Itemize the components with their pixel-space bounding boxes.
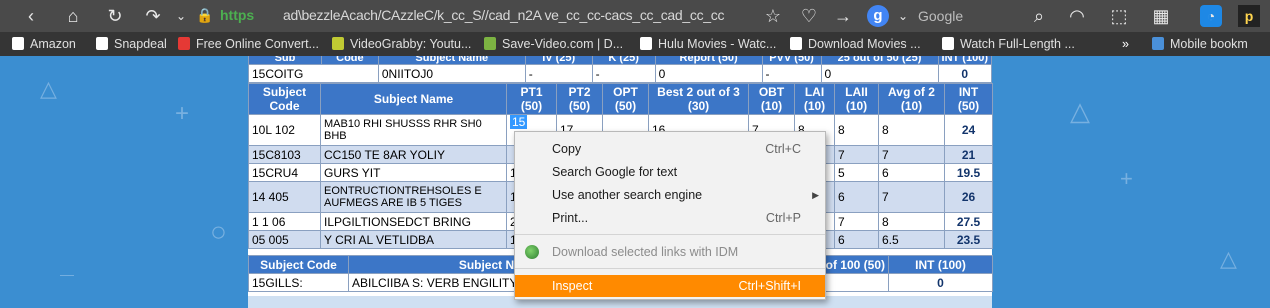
bookmark-mobile[interactable]: Mobile bookm xyxy=(1152,36,1248,52)
grid-icon[interactable]: ▦ xyxy=(1150,5,1172,27)
page-icon xyxy=(96,37,108,50)
chevron-down-icon[interactable]: ⌄ xyxy=(170,5,192,27)
bookmark-snapdeal[interactable]: Snapdeal xyxy=(96,36,167,52)
col-avg: Avg of 2 (10) xyxy=(878,83,945,115)
menu-item-print[interactable]: Print... Ctrl+P xyxy=(515,207,825,229)
page-icon xyxy=(640,37,652,50)
page-icon xyxy=(942,37,954,50)
bookmark-free-online-convert[interactable]: Free Online Convert... xyxy=(178,36,319,52)
url-protocol: https xyxy=(220,7,255,23)
bookmarks-bar: Amazon Snapdeal Free Online Convert... V… xyxy=(0,32,1270,56)
heart-icon[interactable]: ♡ xyxy=(798,5,820,27)
menu-item-another-search-engine[interactable]: Use another search engine ▶ xyxy=(515,184,825,206)
col-int: INT (50) xyxy=(944,83,993,115)
bookmark-download-movies[interactable]: Download Movies ... xyxy=(790,36,921,52)
home-icon[interactable]: ⌂ xyxy=(62,5,84,27)
col-lai: LAI (10) xyxy=(794,83,835,115)
table-header-row: Subject Code Subject Name PT1 (50) PT2 (… xyxy=(248,83,993,115)
decor-circle-icon: ○ xyxy=(210,216,227,247)
col-pt2: PT2 (50) xyxy=(556,83,603,115)
col-obt: OBT (10) xyxy=(748,83,795,115)
col-subject-code: Subject Code xyxy=(248,83,321,115)
youtube-icon xyxy=(178,37,190,50)
p-extension-icon[interactable]: p xyxy=(1238,5,1260,27)
col-pt1: PT1 (50) xyxy=(506,83,557,115)
menu-item-search-google[interactable]: Search Google for text xyxy=(515,161,825,183)
browser-toolbar: ‹ ⌂ ↻ ↷ ⌄ 🔒 https ad\bezzleAcach/CAzzleC… xyxy=(0,0,1270,32)
download-icon xyxy=(484,37,496,50)
decor-dash-icon: — xyxy=(60,266,74,282)
secure-lock-icon: 🔒 xyxy=(196,7,214,23)
col-laii: LAII (10) xyxy=(834,83,879,115)
selected-text: 15 xyxy=(510,115,528,129)
menu-item-copy[interactable]: Copy Ctrl+C xyxy=(515,138,825,160)
crop-icon[interactable]: ⬚ xyxy=(1108,5,1130,27)
wifi-icon[interactable]: ◠ xyxy=(1066,5,1088,27)
search-icon[interactable]: ⌕ xyxy=(1028,5,1050,27)
decor-triangle-icon: △ xyxy=(40,76,57,101)
col-opt: OPT (50) xyxy=(602,83,649,115)
submenu-arrow-icon: ▶ xyxy=(812,190,819,200)
menu-item-idm-download[interactable]: Download selected links with IDM xyxy=(515,241,825,263)
idm-icon xyxy=(525,245,539,259)
forward-arrow-icon[interactable]: ↷ xyxy=(142,5,164,27)
decor-plus-icon: + xyxy=(175,100,190,127)
folder-icon xyxy=(1152,37,1164,50)
back-icon[interactable]: ‹ xyxy=(20,5,42,27)
search-input[interactable]: Google xyxy=(918,8,963,24)
url-text: ad\bezzleAcach/CAzzleC/k_cc_S//cad_n2A v… xyxy=(283,7,725,23)
amazon-icon xyxy=(12,37,24,50)
bookmark-videograbby[interactable]: VideoGrabby: Youtu... xyxy=(332,36,471,52)
go-arrow-icon[interactable]: → xyxy=(832,5,854,27)
search-engine-icon[interactable]: g xyxy=(867,5,889,27)
menu-item-inspect[interactable]: Inspect Ctrl+Shift+I xyxy=(515,275,825,297)
bookmark-hulu[interactable]: Hulu Movies - Watc... xyxy=(640,36,776,52)
decor-plus-icon: + xyxy=(1120,166,1133,191)
table-header-row: Sub Code Subject Name IV (25) K (25) Rep… xyxy=(248,56,993,65)
address-bar[interactable]: 🔒 https ad\bezzleAcach/CAzzleC/k_cc_S//c… xyxy=(190,3,750,29)
overflow-chevron-icon[interactable]: » xyxy=(1122,36,1129,52)
previous-table: Sub Code Subject Name IV (25) K (25) Rep… xyxy=(248,56,993,83)
extension-icon[interactable]: ◔ xyxy=(1200,5,1222,27)
bookmark-save-video[interactable]: Save-Video.com | D... xyxy=(484,36,623,52)
bookmark-watch-full-length[interactable]: Watch Full-Length ... xyxy=(942,36,1075,52)
star-icon[interactable]: ☆ xyxy=(762,5,784,27)
col-subject-name: Subject Name xyxy=(320,83,507,115)
menu-separator xyxy=(515,268,825,269)
bookmark-amazon[interactable]: Amazon xyxy=(12,36,76,52)
decor-triangle-icon: △ xyxy=(1070,96,1090,126)
reload-icon[interactable]: ↻ xyxy=(104,5,126,27)
context-menu: Copy Ctrl+C Search Google for text Use a… xyxy=(514,131,826,300)
table-row: 15COITG 0NIITOJ0 - - 0 - 0 0 xyxy=(248,64,993,83)
menu-separator xyxy=(515,234,825,235)
decor-triangle-icon: △ xyxy=(1220,246,1237,271)
search-engine-dropdown-icon[interactable]: ⌄ xyxy=(892,5,914,27)
videograbby-icon xyxy=(332,37,344,50)
col-best: Best 2 out of 3 (30) xyxy=(648,83,749,115)
page-icon xyxy=(790,37,802,50)
